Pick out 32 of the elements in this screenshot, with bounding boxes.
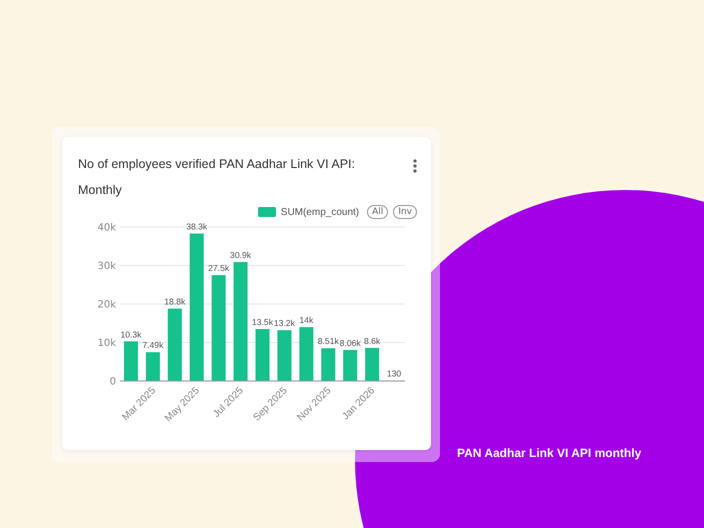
bar-value-label: 130 <box>386 368 402 378</box>
bar <box>124 341 138 381</box>
more-options-icon[interactable] <box>413 159 417 173</box>
bar <box>365 348 380 381</box>
axis-tick-label: 10k <box>97 338 116 349</box>
bar-value-label: 7.49k <box>142 340 164 350</box>
axis-tick-label: 0 <box>110 376 116 388</box>
bar <box>277 330 292 381</box>
bar-value-label: 13.2k <box>274 318 295 328</box>
bar <box>256 329 270 381</box>
bar-value-label: 27.5k <box>208 263 230 274</box>
bar-value-label: 8.6k <box>364 336 380 346</box>
bar-value-label: 13.5k <box>252 317 274 328</box>
chart-title: No of employees verified PAN Aadhar Link VI API: Monthly <box>78 156 356 199</box>
axis-tick-label: 40k <box>97 222 116 234</box>
legend-toggle[interactable]: Inv <box>393 205 417 219</box>
bar-value-label: 38.3k <box>186 222 208 232</box>
bar-value-label: 8.06k <box>340 338 361 348</box>
bar-value-label: 10.3k <box>120 329 142 340</box>
caption: PAN Aadhar Link VI API monthly <box>457 446 642 460</box>
legend-toggle[interactable]: All <box>367 205 388 219</box>
bar <box>146 352 160 381</box>
bar-value-label: 30.9k <box>230 250 252 260</box>
bar <box>299 327 314 381</box>
bar <box>321 348 336 381</box>
bar-value-label: 14k <box>299 315 314 326</box>
bar <box>343 350 358 381</box>
bar-value-label: 8.51k <box>318 336 339 346</box>
axis-tick-label: 30k <box>97 261 116 272</box>
bar-value-label: 18.8k <box>164 296 186 307</box>
legend-label: SUM(emp_count) <box>280 206 360 218</box>
axis-tick-label: 20k <box>97 300 116 310</box>
